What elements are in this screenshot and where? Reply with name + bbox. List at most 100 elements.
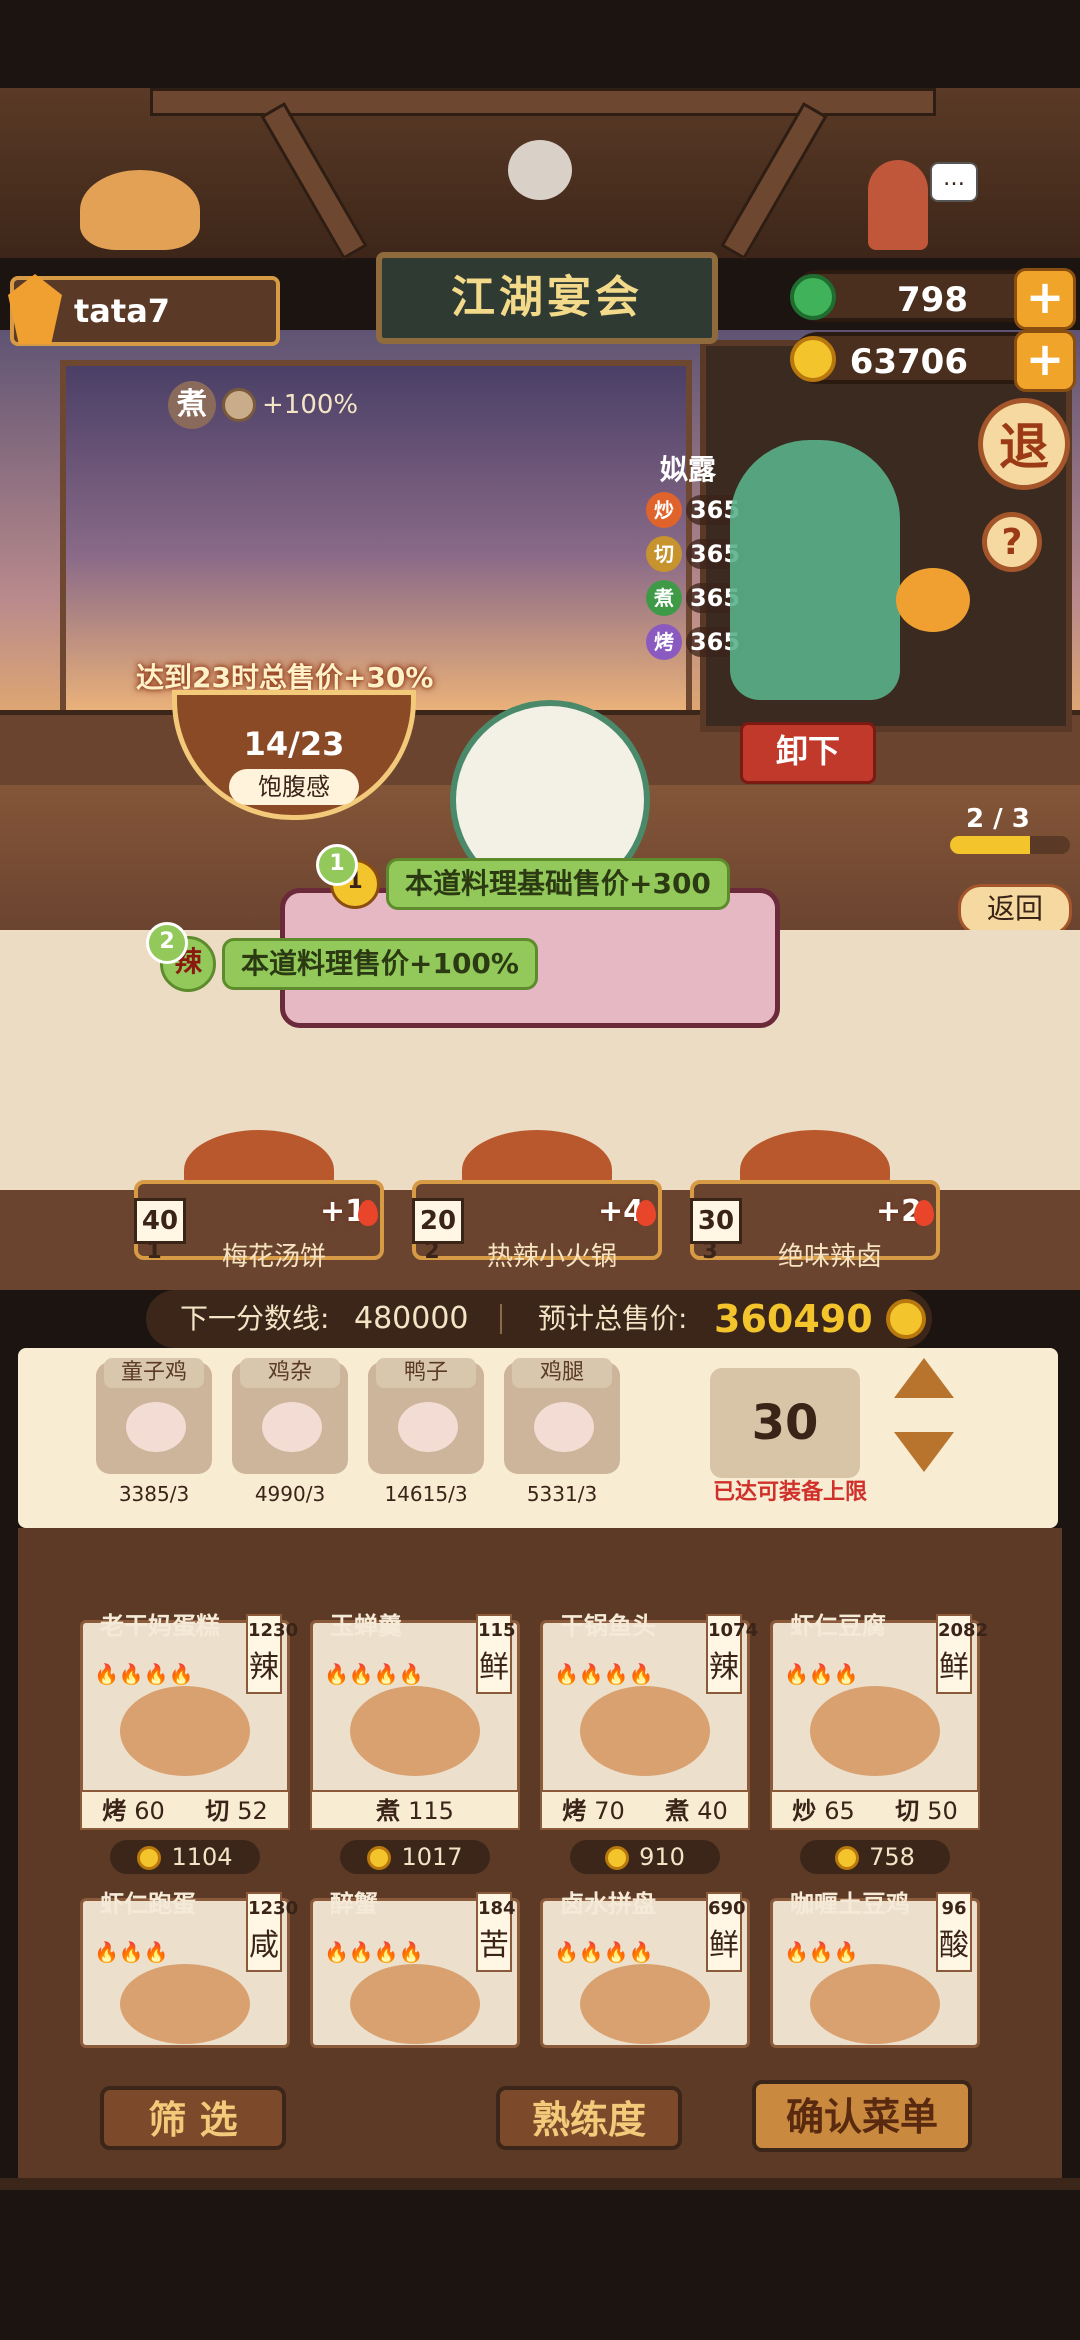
ingredient-image xyxy=(398,1402,458,1452)
ingredient-slot[interactable]: 鸭子 14615/3 xyxy=(368,1358,508,1508)
skill-row: 烤 60 切 52 xyxy=(80,1790,290,1830)
menu-item-fires: 🔥🔥🔥🔥 xyxy=(324,1940,424,1964)
menu-item-name: 干锅鱼头 xyxy=(560,1612,656,1640)
capacity-value: 30 xyxy=(710,1368,860,1478)
chef-stat-icon: 煮 xyxy=(646,580,682,616)
dish-index: 1 xyxy=(146,1239,162,1264)
ingredient-slot[interactable]: 鸡腿 5331/3 xyxy=(504,1358,644,1508)
dish-name: 梅花汤饼 xyxy=(221,1242,326,1272)
chat-bubble-icon[interactable]: … xyxy=(930,162,978,202)
ingredient-count: 5331/3 xyxy=(526,1482,598,1506)
progress-text: 2 / 3 xyxy=(966,804,1030,834)
ingredient-count: 14615/3 xyxy=(384,1482,468,1506)
dish-index: 2 xyxy=(424,1239,440,1264)
buff-1-index: 1 xyxy=(316,844,358,886)
flavor-tag: 115 鲜 xyxy=(476,1614,516,1694)
ingredient-image xyxy=(126,1402,186,1452)
confirm-menu-button[interactable]: 确认菜单 xyxy=(752,2080,972,2152)
ingredient-slot[interactable]: 鸡杂 4990/3 xyxy=(232,1358,372,1508)
menu-item-name: 老干妈蛋糕 xyxy=(100,1612,220,1640)
skill-key: 炒 xyxy=(792,1797,817,1825)
price-value: 1104 xyxy=(171,1843,233,1871)
exit-button[interactable]: 退 xyxy=(978,398,1070,490)
flavor-score: 184 xyxy=(478,1898,516,1919)
dish-image xyxy=(580,1964,710,2044)
skill-row: 炒 65 切 50 xyxy=(770,1790,980,1830)
add-jade-button[interactable]: + xyxy=(1014,268,1076,330)
menu-item-name: 咖喱土豆鸡 xyxy=(790,1890,910,1918)
flavor-name: 辣 xyxy=(249,1650,279,1685)
cook-method: 煮 xyxy=(168,381,216,429)
coin-value: 63706 xyxy=(849,342,968,382)
coin-small-icon xyxy=(222,388,256,422)
flavor-tag: 184 苦 xyxy=(476,1892,516,1972)
mascot-decoration-icon xyxy=(508,140,572,200)
skill-value: 115 xyxy=(408,1797,454,1825)
ingredient-slot[interactable]: 童子鸡 3385/3 xyxy=(96,1358,236,1508)
filter-button[interactable]: 筛 选 xyxy=(100,2086,286,2150)
dish-image xyxy=(350,1964,480,2044)
ingredient-name: 鸡腿 xyxy=(512,1358,612,1388)
skill-key: 切 xyxy=(205,1797,230,1825)
next-score-label: 下一分数线: xyxy=(180,1302,330,1335)
total-price-label: 预计总售价: xyxy=(538,1302,688,1335)
chef-character[interactable] xyxy=(730,440,900,700)
flavor-name: 辣 xyxy=(709,1650,739,1685)
menu-item-fires: 🔥🔥🔥🔥 xyxy=(94,1662,194,1686)
selected-dish[interactable]: 30 3 绝味辣卤 +2 xyxy=(690,1130,940,1280)
dish-image xyxy=(810,1686,940,1776)
skill: 煮 115 xyxy=(376,1792,454,1828)
buff-2-index: 2 xyxy=(146,922,188,964)
skill-key: 烤 xyxy=(102,1797,127,1825)
fire-icon xyxy=(636,1200,656,1226)
menu-item-name: 虾仁豆腐 xyxy=(790,1612,886,1640)
coin-icon xyxy=(790,336,836,382)
help-button[interactable]: ? xyxy=(982,512,1042,572)
price-value: 758 xyxy=(869,1843,915,1871)
skill: 烤 70 xyxy=(562,1792,625,1828)
game-screen: { "header": { "username": "tata7", "shop… xyxy=(0,0,1080,2340)
selected-dish[interactable]: 20 2 热辣小火锅 +4 xyxy=(412,1130,662,1280)
progress-bar xyxy=(950,836,1070,854)
skill-key: 煮 xyxy=(665,1797,690,1825)
flavor-tag: 690 鲜 xyxy=(706,1892,746,1972)
skill-key: 切 xyxy=(895,1797,920,1825)
chef-stat-icon: 烤 xyxy=(646,624,682,660)
flavor-name: 酸 xyxy=(939,1928,969,1963)
satiety-value: 14/23 xyxy=(243,725,345,763)
ingredient-name: 童子鸡 xyxy=(104,1358,204,1388)
capacity-note: 已达可装备上限 xyxy=(712,1480,867,1505)
skill-key: 烤 xyxy=(562,1797,587,1825)
proficiency-button[interactable]: 熟练度 xyxy=(496,2086,682,2150)
player-badge[interactable]: tata7 xyxy=(8,274,280,346)
skill-row: 煮 115 xyxy=(310,1790,520,1830)
price-coin-icon xyxy=(835,1846,860,1870)
flavor-name: 鲜 xyxy=(479,1650,509,1685)
flavor-name: 咸 xyxy=(249,1928,279,1963)
bottom-bar xyxy=(0,2178,1080,2190)
jade-icon xyxy=(790,274,836,320)
skill-value: 40 xyxy=(697,1797,728,1825)
back-button[interactable]: 返回 xyxy=(958,884,1072,936)
dish-index: 3 xyxy=(702,1239,718,1264)
menu-item-fires: 🔥🔥🔥 xyxy=(94,1940,169,1964)
unload-button[interactable]: 卸下 xyxy=(740,722,876,784)
skill-value: 52 xyxy=(237,1797,268,1825)
cat-decoration-icon xyxy=(80,170,200,250)
jade-value: 798 xyxy=(897,280,968,320)
cook-method-indicator: 煮 +100% xyxy=(168,380,358,430)
price-value: 1017 xyxy=(401,1843,463,1871)
ingredient-count: 4990/3 xyxy=(254,1482,326,1506)
selected-dish[interactable]: 40 1 梅花汤饼 +1 xyxy=(134,1130,384,1280)
add-coins-button[interactable]: + xyxy=(1014,330,1076,392)
ingredient-name: 鸡杂 xyxy=(240,1358,340,1388)
ingredient-count: 3385/3 xyxy=(118,1482,190,1506)
skill: 炒 65 xyxy=(792,1792,855,1828)
menu-item-fires: 🔥🔥🔥 xyxy=(784,1940,859,1964)
dish-image xyxy=(810,1964,940,2044)
chef-stat-icon: 切 xyxy=(646,536,682,572)
skill: 烤 60 xyxy=(102,1792,165,1828)
ingredient-name: 鸭子 xyxy=(376,1358,476,1388)
menu-item-name: 卤水拼盘 xyxy=(560,1890,656,1918)
chef-decoration-icon xyxy=(868,160,928,250)
